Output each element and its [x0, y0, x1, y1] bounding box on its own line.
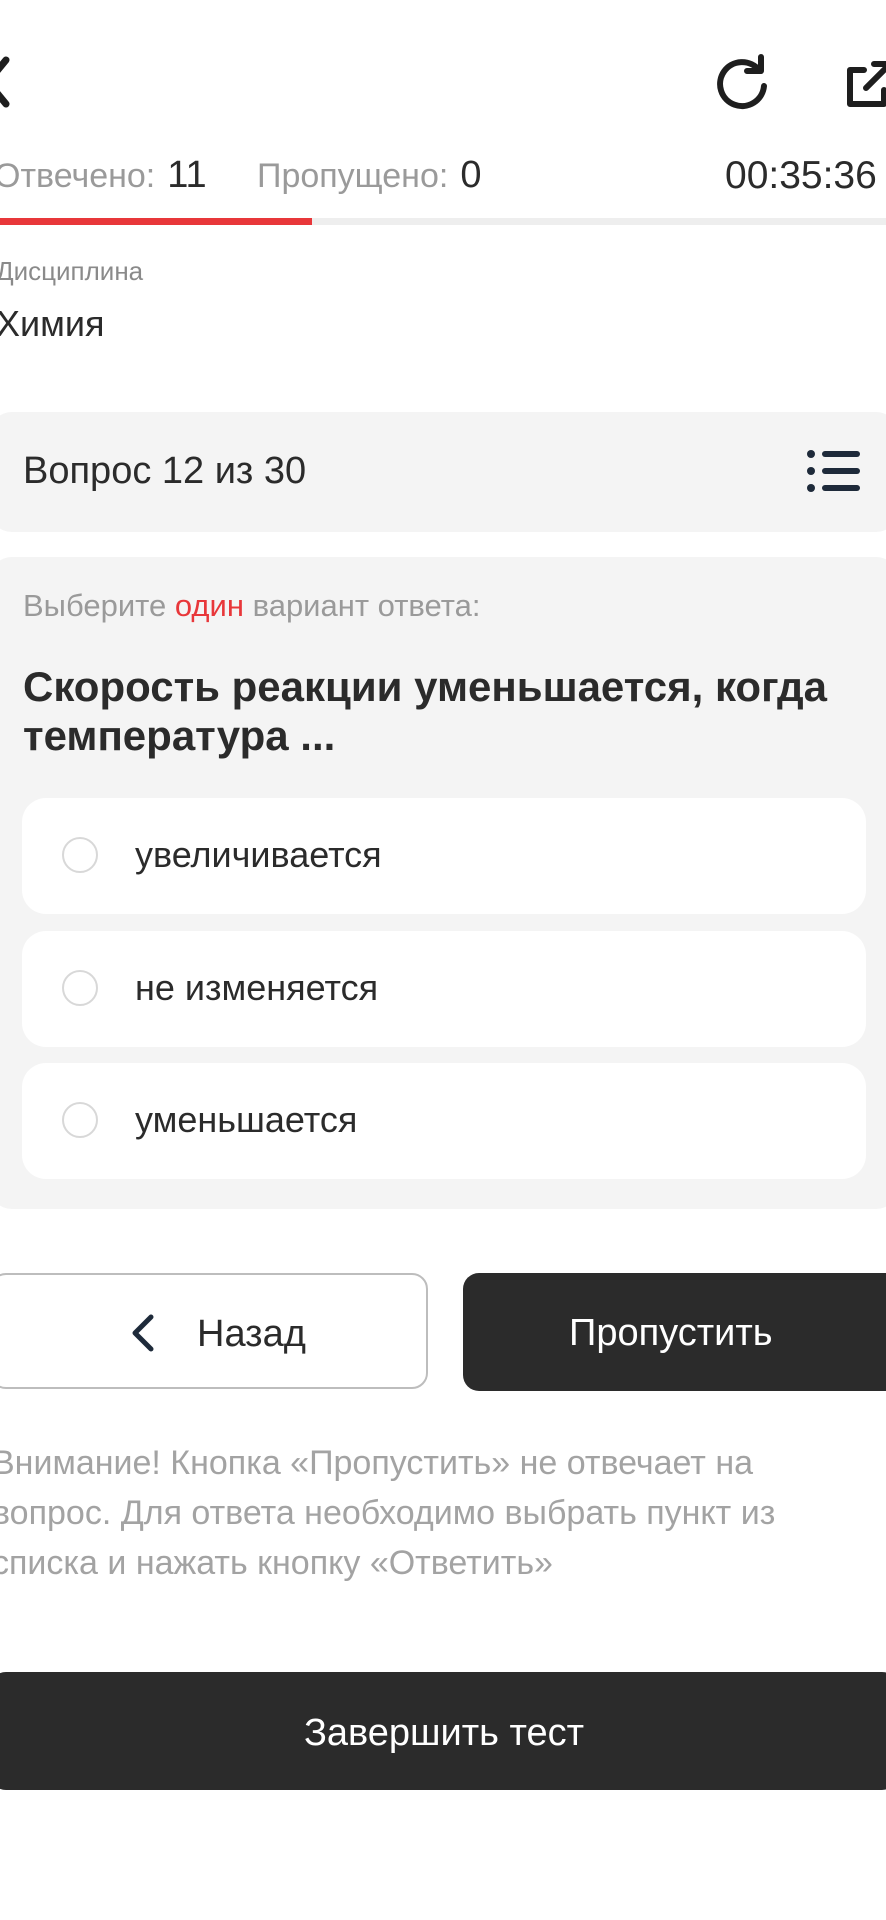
radio-button[interactable]	[62, 837, 98, 873]
progress-fill	[0, 218, 312, 225]
answered-value: 11	[167, 154, 207, 196]
answer-hint: Выберите один вариант ответа:	[23, 588, 480, 624]
hint-accent: один	[174, 588, 244, 623]
list-icon[interactable]	[806, 448, 862, 494]
answered-label: Отвечено:	[0, 157, 156, 195]
answer-option-2[interactable]: не изменяется	[22, 931, 866, 1047]
skipped-counter: Пропущено: 0	[257, 154, 481, 197]
skipped-label: Пропущено:	[257, 157, 449, 195]
answer-option-label: увеличивается	[135, 834, 382, 875]
skipped-value: 0	[460, 154, 482, 196]
hint-text-start: Выберите	[23, 588, 175, 623]
chevron-left-icon[interactable]	[0, 52, 10, 112]
discipline-value: Химия	[0, 303, 105, 344]
finish-test-button[interactable]: Завершить тест	[0, 1672, 886, 1790]
hint-text-end: вариант ответа:	[243, 588, 481, 623]
timer: 00:35:36	[725, 154, 877, 197]
back-button[interactable]: Назад	[0, 1273, 428, 1389]
skip-button[interactable]: Пропустить	[463, 1273, 886, 1391]
radio-button[interactable]	[62, 970, 98, 1006]
finish-test-label: Завершить тест	[303, 1712, 585, 1754]
answer-option-label: не изменяется	[135, 967, 379, 1008]
question-text: Скорость реакции уменьшается, когда темп…	[23, 663, 827, 759]
back-button-label: Назад	[197, 1313, 306, 1355]
answer-option-3[interactable]: уменьшается	[22, 1063, 866, 1179]
external-link-icon[interactable]	[842, 58, 886, 112]
skip-button-label: Пропустить	[569, 1312, 773, 1354]
question-counter: Вопрос 12 из 30	[23, 450, 307, 492]
refresh-icon[interactable]	[712, 52, 772, 112]
radio-button[interactable]	[62, 1102, 98, 1138]
discipline-label: Дисциплина	[0, 256, 144, 286]
answered-counter: Отвечено: 11	[0, 154, 207, 197]
answer-option-1[interactable]: увеличивается	[22, 798, 866, 914]
answer-option-label: уменьшается	[135, 1099, 358, 1140]
skip-notice: Внимание! Кнопка «Пропустить» не отвечае…	[0, 1444, 776, 1582]
chevron-left-icon	[132, 1314, 154, 1352]
